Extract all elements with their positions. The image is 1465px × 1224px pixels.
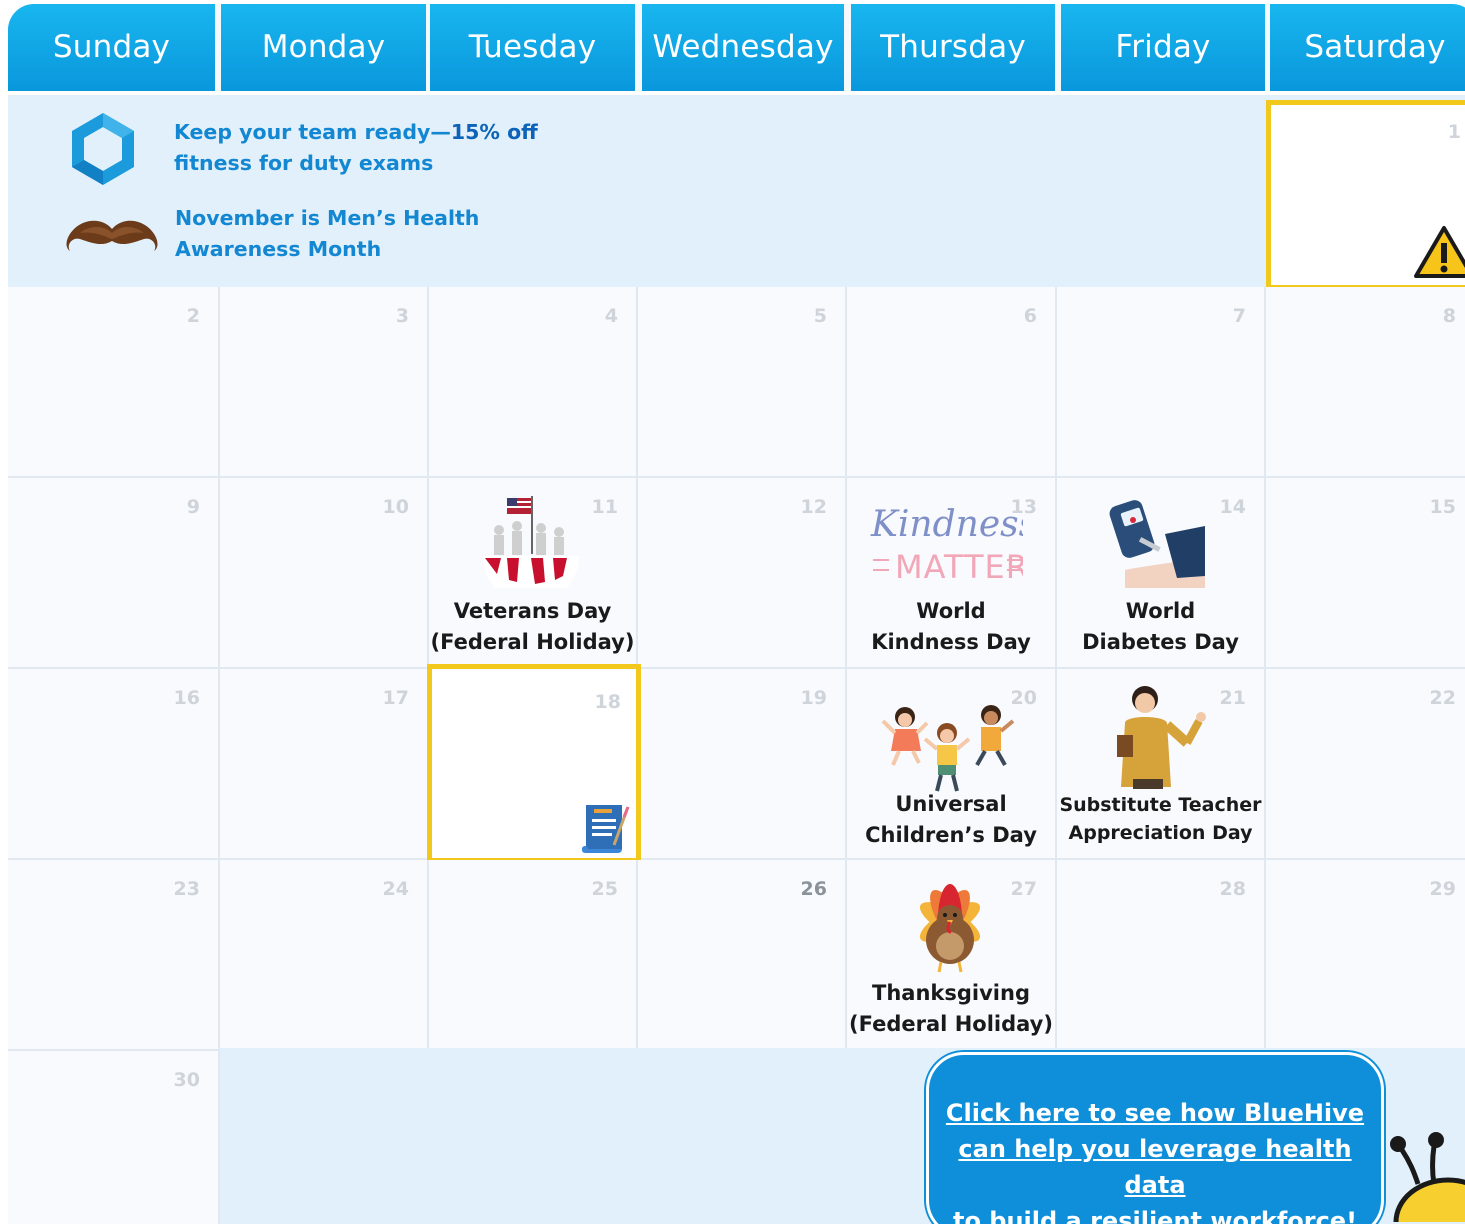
event-world-kindness-day: World Kindness Day	[871, 599, 1031, 654]
event-substitute-teacher-day: Substitute Teacher Appreciation Day	[1059, 794, 1262, 844]
day-6[interactable]: 6	[847, 287, 1057, 478]
cta-card[interactable]: Click here to see how BlueHive can help …	[926, 1052, 1384, 1224]
warning-icon	[1413, 225, 1465, 279]
day-15[interactable]: 15	[1266, 478, 1465, 669]
day-header-wednesday: Wednesday	[642, 4, 844, 91]
calendar: Sunday Monday Tuesday Wednesday Thursday…	[8, 4, 1465, 1224]
veterans-flag-icon	[479, 494, 583, 588]
day-header-sunday: Sunday	[8, 4, 215, 91]
day-20[interactable]: 20 Universal Children’s Day	[847, 669, 1057, 860]
day-28[interactable]: 28	[1057, 860, 1266, 1051]
event-thanksgiving: Thanksgiving (Federal Holiday)	[849, 981, 1053, 1036]
event-veterans-day: Veterans Day (Federal Holiday)	[430, 599, 635, 654]
date-number: 18	[594, 691, 621, 713]
day-27[interactable]: 27 Thanksgiving (Federal Holiday)	[847, 860, 1057, 1051]
day-25[interactable]: 25	[429, 860, 638, 1051]
day-17[interactable]: 17	[220, 669, 429, 860]
day-header-monday: Monday	[221, 4, 426, 91]
form-document-icon	[578, 801, 632, 855]
day-4[interactable]: 4	[429, 287, 638, 478]
children-icon	[881, 703, 1015, 793]
glucose-meter-icon	[1105, 496, 1205, 588]
day-5[interactable]: 5	[638, 287, 847, 478]
day-8[interactable]: 8	[1266, 287, 1465, 478]
day-12[interactable]: 12	[638, 478, 847, 669]
day-22[interactable]: 22	[1266, 669, 1465, 860]
day-header-saturday: Saturday	[1270, 4, 1465, 91]
day-10[interactable]: 10	[220, 478, 429, 669]
bluehive-logo-icon	[68, 109, 138, 189]
day-7[interactable]: 7	[1057, 287, 1266, 478]
turkey-icon	[893, 880, 1007, 976]
fitness-promo-text[interactable]: Keep your team ready—15% off fitness for…	[174, 117, 538, 179]
day-16[interactable]: 16	[8, 669, 220, 860]
day-13[interactable]: 13 Kindness MATTERS WorldKindness Day	[847, 478, 1057, 669]
event-world-diabetes-day: World Diabetes Day	[1082, 599, 1239, 654]
day-14[interactable]: 14 World Diabetes Day	[1057, 478, 1266, 669]
day-3[interactable]: 3	[220, 287, 429, 478]
day-26[interactable]: 26	[638, 860, 847, 1051]
mens-health-text: November is Men’s Health Awareness Month	[175, 206, 480, 261]
day-header-thursday: Thursday	[851, 4, 1055, 91]
mustache-icon	[62, 215, 162, 259]
day-24[interactable]: 24	[220, 860, 429, 1051]
cta-link[interactable]: Click here to see how BlueHive can help …	[929, 1095, 1381, 1224]
day-23[interactable]: 23	[8, 860, 220, 1051]
kindness-matters-icon: Kindness MATTERS	[867, 500, 1023, 586]
day-header-tuesday: Tuesday	[430, 4, 635, 91]
day-30[interactable]: 30	[8, 1051, 220, 1224]
day-9[interactable]: 9	[8, 478, 220, 669]
day-29[interactable]: 29	[1266, 860, 1465, 1051]
day-18-highlighted[interactable]: 18	[427, 664, 641, 863]
svg-text:Kindness: Kindness	[870, 504, 1023, 545]
day-header-friday: Friday	[1061, 4, 1265, 91]
teacher-icon	[1111, 683, 1207, 791]
bee-mascot-icon	[1388, 1132, 1465, 1222]
promo-banner: Keep your team ready—15% off fitness for…	[8, 91, 1465, 291]
date-number: 1	[1447, 121, 1461, 143]
event-universal-childrens-day: Universal Children’s Day	[865, 792, 1037, 847]
day-1-highlighted[interactable]: 1	[1266, 100, 1465, 290]
day-2[interactable]: 2	[8, 287, 220, 478]
day-19[interactable]: 19	[638, 669, 847, 860]
day-11[interactable]: 11 Veterans Day (Federal Holiday)	[429, 478, 638, 669]
svg-text:MATTERS: MATTERS	[895, 548, 1023, 586]
day-21[interactable]: 21 Substitute Teacher Appreciation Day	[1057, 669, 1266, 860]
